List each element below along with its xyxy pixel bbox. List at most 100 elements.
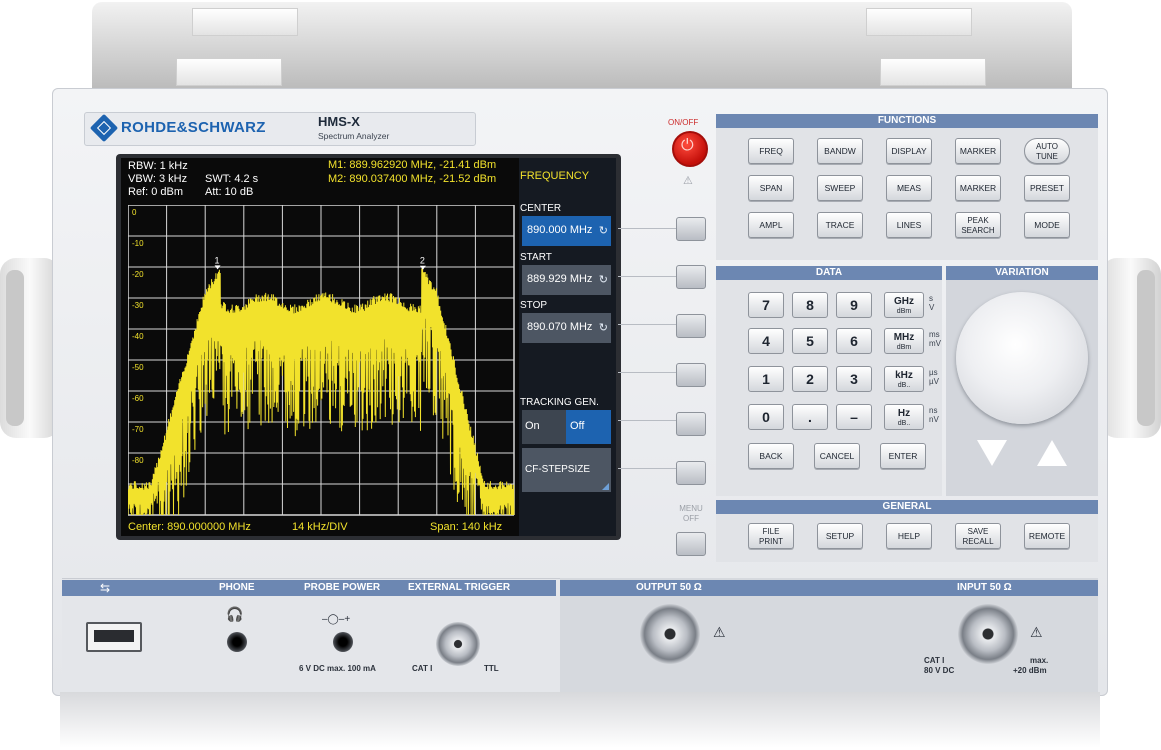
softkey-guide-line — [618, 324, 676, 325]
side-bumper-inner-left — [6, 270, 24, 426]
functions-header: FUNCTIONS — [716, 114, 1098, 128]
softkey-center-title: CENTER — [520, 203, 562, 214]
unit-key-sub-label: dB.. — [897, 420, 911, 427]
lines-button[interactable]: LINES — [886, 212, 932, 238]
spectrum-plot: 0-10-20-30-40-50-60-70-80-90-100 12 — [128, 205, 515, 516]
softkey-cf-stepsize[interactable]: CF-STEPSIZE — [522, 448, 611, 492]
softkey-button-4[interactable] — [676, 363, 706, 387]
tracking-toggle[interactable]: On Off — [522, 410, 611, 444]
display-button[interactable]: DISPLAY — [886, 138, 932, 164]
save-recall-button[interactable]: SAVE RECALL — [955, 523, 1001, 549]
key-5[interactable]: 5 — [792, 328, 828, 354]
back-button[interactable]: BACK — [748, 443, 794, 469]
variation-header: VARIATION — [946, 266, 1098, 280]
unit-key-hz[interactable]: Hz dB.. — [884, 404, 924, 430]
input-cat-label: CAT I — [924, 656, 945, 665]
key-2[interactable]: 2 — [792, 366, 828, 392]
phone-jack[interactable] — [227, 632, 247, 652]
setup-button[interactable]: SETUP — [817, 523, 863, 549]
preset-button[interactable]: PRESET — [1024, 175, 1070, 201]
cf-stepsize-label: CF-STEPSIZE — [525, 464, 591, 475]
key-9[interactable]: 9 — [836, 292, 872, 318]
softkey-button-5[interactable] — [676, 412, 706, 436]
marker-button[interactable]: MARKER → — [955, 175, 1001, 217]
y-tick-label: -80 — [132, 456, 144, 465]
input-max-label: max. — [1030, 656, 1049, 665]
key-8[interactable]: 8 — [792, 292, 828, 318]
file-print-button[interactable]: FILE PRINT — [748, 523, 794, 549]
bandw-button[interactable]: BANDW — [817, 138, 863, 164]
softkey-center[interactable]: 890.000 MHz ↻ — [522, 216, 611, 246]
span-button[interactable]: SPAN — [748, 175, 794, 201]
key-4[interactable]: 4 — [748, 328, 784, 354]
key-6[interactable]: 6 — [836, 328, 872, 354]
help-button[interactable]: HELP — [886, 523, 932, 549]
input-warning-icon: ⚠ — [1030, 624, 1043, 640]
output-label: OUTPUT 50 Ω — [636, 582, 702, 593]
softkey-button-3[interactable] — [676, 314, 706, 338]
probe-power-label: PROBE POWER — [304, 582, 381, 593]
unit-key-mhz[interactable]: MHz dBm — [884, 328, 924, 354]
carry-handle-tab — [866, 8, 972, 36]
arrow-up-button[interactable] — [1037, 440, 1067, 466]
unit-key-khz[interactable]: kHz dB.. — [884, 366, 924, 392]
y-tick-label: -70 — [132, 425, 144, 434]
softkey-start-value: 889.929 MHz — [527, 273, 593, 285]
auto-tune-button[interactable]: AUTO TUNE — [1024, 138, 1070, 164]
marker-button[interactable]: MARKER — [955, 138, 1001, 164]
input-n-connector[interactable] — [958, 604, 1018, 664]
peak-search-button[interactable]: PEAK SEARCH — [955, 212, 1001, 238]
key-dot[interactable]: . — [792, 404, 828, 430]
softkey-stop[interactable]: 890.070 MHz ↻ — [522, 313, 611, 343]
key-0[interactable]: 0 — [748, 404, 784, 430]
softkey-button-6[interactable] — [676, 461, 706, 485]
output-n-connector[interactable] — [640, 604, 700, 664]
menu-off-button[interactable] — [676, 532, 706, 556]
plot-y-ticks: 0-10-20-30-40-50-60-70-80-90-100 — [132, 208, 144, 496]
softkey-start-title: START — [520, 252, 552, 263]
unit-side-label: ms mV — [929, 330, 941, 348]
unit-key-main-label: Hz — [897, 408, 911, 419]
menu-title: FREQUENCY — [520, 170, 590, 182]
tracking-off-option[interactable]: Off — [566, 410, 611, 444]
key-minus[interactable]: – — [836, 404, 872, 430]
key-7[interactable]: 7 — [748, 292, 784, 318]
trace-button[interactable]: TRACE — [817, 212, 863, 238]
power-label: ON/OFF — [668, 118, 699, 127]
marker-label: 2 — [420, 256, 425, 266]
softkey-start[interactable]: 889.929 MHz ↻ — [522, 265, 611, 295]
trigger-ttl-label: TTL — [484, 664, 499, 673]
plot-markers: 12 — [214, 255, 426, 270]
sweep-button[interactable]: SWEEP — [817, 175, 863, 201]
softkey-button-2[interactable] — [676, 265, 706, 289]
rotate-icon: ↻ — [598, 274, 608, 286]
y-tick-label: -10 — [132, 239, 144, 248]
mode-button[interactable]: MODE — [1024, 212, 1070, 238]
freq-button[interactable]: FREQ — [748, 138, 794, 164]
unit-key-sub-label: dB.. — [897, 382, 911, 389]
unit-side-label: sV — [929, 294, 935, 312]
softkey-button-1[interactable] — [676, 217, 706, 241]
tracking-on-option[interactable]: On — [522, 410, 566, 444]
footer-span: Span: 140 kHz — [430, 521, 503, 533]
unit-key-main-label: MHz — [893, 332, 915, 343]
probe-power-jack[interactable] — [333, 632, 353, 652]
enter-button[interactable]: ENTER — [880, 443, 926, 469]
trigger-cat-label: CAT I — [412, 664, 433, 673]
trigger-bnc-connector[interactable] — [436, 622, 480, 666]
y-tick-label: -20 — [132, 270, 144, 279]
ampl-button[interactable]: AMPL — [748, 212, 794, 238]
cancel-button[interactable]: CANCEL — [814, 443, 860, 469]
remote-button[interactable]: REMOTE — [1024, 523, 1070, 549]
marker-label: 1 — [215, 255, 220, 265]
arrow-down-button[interactable] — [977, 440, 1007, 466]
key-1[interactable]: 1 — [748, 366, 784, 392]
footer-center: Center: 890.000000 MHz — [128, 521, 251, 533]
key-3[interactable]: 3 — [836, 366, 872, 392]
y-tick-label: 0 — [132, 208, 137, 217]
meas-button[interactable]: MEAS — [886, 175, 932, 201]
input-label: INPUT 50 Ω — [957, 582, 1012, 593]
vbw-readout: VBW: 3 kHz — [128, 173, 188, 185]
rotary-knob[interactable] — [956, 292, 1088, 424]
unit-key-ghz[interactable]: GHz dBm — [884, 292, 924, 318]
